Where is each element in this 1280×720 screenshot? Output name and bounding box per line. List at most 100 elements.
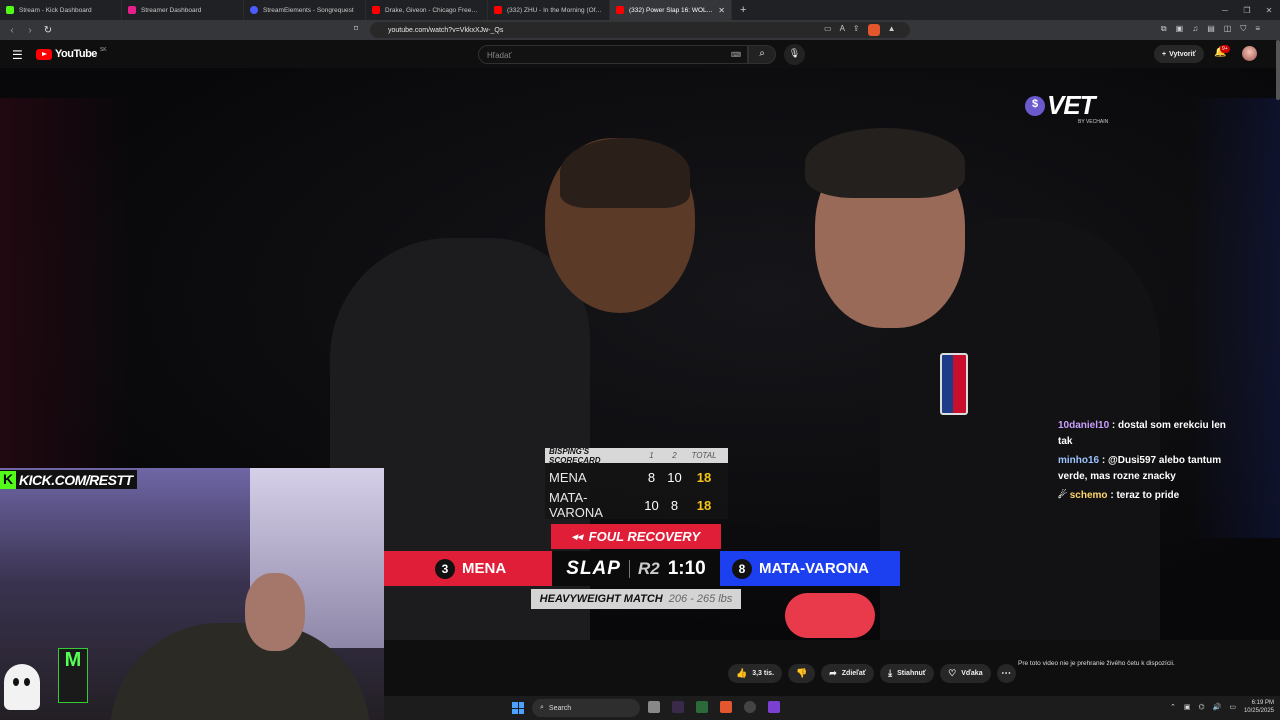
browser-tab[interactable]: Streamer Dashboard bbox=[122, 0, 244, 20]
window-controls: ─ ❐ ✕ bbox=[1214, 0, 1280, 20]
notifications-badge: 9+ bbox=[1220, 45, 1230, 53]
share-page-icon[interactable]: ⇪ bbox=[853, 24, 860, 36]
tab-favicon-icon bbox=[128, 6, 136, 14]
brave-shield-icon[interactable] bbox=[867, 24, 880, 36]
translate-icon[interactable]: A bbox=[840, 24, 845, 36]
url-action-icons: ▭ A ⇪ ▲ bbox=[824, 24, 896, 36]
twitch-icon[interactable] bbox=[768, 701, 780, 713]
chat-message: minho16 : @Dusi597 alebo tantum verde, m… bbox=[1058, 455, 1222, 482]
close-tab-icon[interactable]: ✕ bbox=[718, 6, 725, 15]
brave-browser-icon[interactable] bbox=[720, 701, 732, 713]
scorecard: BISPING'S SCORECARD 1 2 TOTAL MENA 8 10 … bbox=[545, 447, 728, 520]
thumbs-up-icon: 👍 bbox=[736, 668, 748, 678]
download-icon: ⤓ bbox=[888, 668, 893, 678]
plus-icon: + bbox=[1162, 50, 1167, 58]
thanks-heart-icon: ♡ bbox=[948, 668, 957, 678]
round-clock: SLAP R2 1:10 bbox=[552, 551, 720, 586]
forward-icon[interactable]: › bbox=[24, 25, 36, 36]
windows-taskbar: ⌕ Search ⌃ ▣ ⌬ 🔊 ▭ 6:19 PM 10/25/2025 bbox=[384, 696, 1280, 720]
system-tray: ⌃ ▣ ⌬ 🔊 ▭ 6:19 PM 10/25/2025 bbox=[1170, 699, 1274, 715]
browser-tab[interactable]: Stream - Kick Dashboard bbox=[0, 0, 122, 20]
wallet-icon[interactable]: ◫ bbox=[1224, 24, 1232, 34]
scorecard-row: MENA 8 10 18 bbox=[545, 463, 728, 491]
kick-app-icon[interactable] bbox=[672, 701, 684, 713]
music-icon[interactable]: ♫ bbox=[1192, 24, 1198, 34]
youtube-logo[interactable]: YouTube SK bbox=[36, 47, 107, 60]
obs-icon[interactable] bbox=[744, 701, 756, 713]
back-icon[interactable]: ‹ bbox=[6, 25, 18, 36]
taskbar-apps bbox=[648, 701, 780, 713]
browser-tab-active[interactable]: (332) Power Slap 16: WOLVES ✕ bbox=[610, 0, 732, 20]
windows-start-icon[interactable] bbox=[512, 702, 524, 714]
kick-channel-banner: K KICK.COM/RESTT bbox=[0, 470, 137, 489]
scorecard-header: BISPING'S SCORECARD 1 2 TOTAL bbox=[545, 447, 728, 465]
tab-favicon-icon bbox=[250, 6, 258, 14]
browser-tab[interactable]: Drake, Giveon - Chicago Freestyle (A bbox=[366, 0, 488, 20]
restore-icon[interactable]: ❐ bbox=[1236, 6, 1258, 15]
create-button[interactable]: + Vytvoriť bbox=[1154, 45, 1204, 63]
streamer-head bbox=[245, 573, 305, 651]
network-icon[interactable]: ⌬ bbox=[1199, 703, 1205, 711]
badge-icon: ☄ bbox=[1058, 490, 1067, 501]
taskbar-search[interactable]: ⌕ Search bbox=[532, 699, 640, 717]
red-glove bbox=[785, 593, 875, 638]
video-actions: 👍 3,3 tis. 👎 ➦ Zdieľať ⤓ Stiahnuť ♡ Vďaka ⋯ bbox=[728, 664, 1016, 683]
menu-icon[interactable]: ≡ bbox=[1255, 24, 1260, 34]
vpn-icon[interactable]: ⛉ bbox=[1240, 24, 1246, 34]
chat-message: 10daniel10 : dostal som erekciu len tak bbox=[1058, 420, 1226, 447]
reload-icon[interactable]: ↻ bbox=[42, 25, 54, 36]
xbox-icon[interactable] bbox=[696, 701, 708, 713]
extensions-icon[interactable]: ⧉ bbox=[1161, 24, 1167, 34]
file-explorer-icon[interactable] bbox=[648, 701, 660, 713]
vechain-coin-icon: $ bbox=[1025, 95, 1045, 116]
tab-favicon-icon bbox=[616, 6, 624, 14]
browser-tab-strip: Stream - Kick Dashboard Streamer Dashboa… bbox=[0, 0, 1280, 20]
chat-message: ☄ schemo : teraz to pride bbox=[1058, 490, 1180, 501]
like-button[interactable]: 👍 3,3 tis. bbox=[728, 664, 783, 683]
keyboard-icon[interactable]: ⌨ bbox=[731, 51, 741, 59]
hamburger-menu-icon[interactable]: ☰ bbox=[12, 48, 23, 62]
browser-tab[interactable]: (332) ZHU - In the Morning (Official bbox=[488, 0, 610, 20]
rewind-arrows-icon: ◀◀ bbox=[571, 533, 583, 541]
browser-tab[interactable]: StreamElements - Songrequest bbox=[244, 0, 366, 20]
new-tab-button[interactable]: + bbox=[732, 4, 754, 16]
battery-icon[interactable]: ▭ bbox=[1229, 703, 1236, 711]
search-icon: ⌕ bbox=[759, 48, 765, 59]
weight-class-banner: HEAVYWEIGHT MATCH 206 - 265 lbs bbox=[531, 589, 741, 609]
taskbar-clock[interactable]: 6:19 PM 10/25/2025 bbox=[1244, 699, 1274, 715]
youtube-header: ☰ YouTube SK Hľadať ⌨ ⌕ 🎙 + Vytvoriť 🔔 9+ bbox=[0, 40, 1280, 68]
microphone-icon: 🎙 bbox=[788, 48, 801, 58]
share-button[interactable]: ➦ Zdieľať bbox=[821, 664, 875, 683]
sponsor-logo: $ VET BY VECHAIN bbox=[1025, 90, 1108, 125]
blue-corner: 8 MATA-VARONA bbox=[720, 551, 900, 586]
search-button[interactable]: ⌕ bbox=[748, 45, 776, 64]
search-input[interactable]: Hľadať ⌨ bbox=[478, 45, 748, 64]
youtube-play-icon bbox=[36, 48, 52, 60]
download-button[interactable]: ⤓ Stiahnuť bbox=[880, 664, 935, 683]
rewards-icon[interactable]: ▲ bbox=[888, 24, 896, 36]
bookmark-icon[interactable]: ⌑ bbox=[354, 24, 358, 33]
search-icon: ⌕ bbox=[540, 704, 544, 711]
thanks-button[interactable]: ♡ Vďaka bbox=[940, 664, 991, 683]
red-corner: 3 MENA bbox=[384, 551, 552, 586]
chevron-up-icon[interactable]: ⌃ bbox=[1170, 703, 1176, 711]
ghost-mascot-icon bbox=[4, 664, 40, 710]
page-scrollbar[interactable] bbox=[1276, 40, 1280, 100]
fight-info-bar: 3 MENA SLAP R2 1:10 8 MATA-VARONA bbox=[384, 551, 900, 586]
reader-icon[interactable]: ▤ bbox=[1207, 24, 1215, 34]
voice-search-button[interactable]: 🎙 bbox=[784, 44, 805, 65]
volume-icon[interactable]: 🔊 bbox=[1213, 703, 1222, 711]
tab-favicon-icon bbox=[372, 6, 380, 14]
dislike-button[interactable]: 👎 bbox=[788, 664, 816, 683]
more-actions-button[interactable]: ⋯ bbox=[996, 664, 1016, 683]
webcam-overlay: M bbox=[0, 468, 384, 720]
minimize-icon[interactable]: ─ bbox=[1214, 6, 1236, 15]
stream-chat-overlay: 10daniel10 : dostal som erekciu len tak … bbox=[1058, 418, 1238, 507]
avatar[interactable] bbox=[1242, 46, 1257, 61]
tray-app-icon[interactable]: ▣ bbox=[1184, 703, 1191, 711]
sidebar-icon[interactable]: ▣ bbox=[1176, 24, 1184, 34]
cast-icon[interactable]: ▭ bbox=[824, 24, 832, 36]
close-window-icon[interactable]: ✕ bbox=[1258, 6, 1280, 15]
scorecard-row: MATA-VARONA 10 8 18 bbox=[545, 490, 728, 520]
monster-can: M bbox=[58, 648, 88, 703]
